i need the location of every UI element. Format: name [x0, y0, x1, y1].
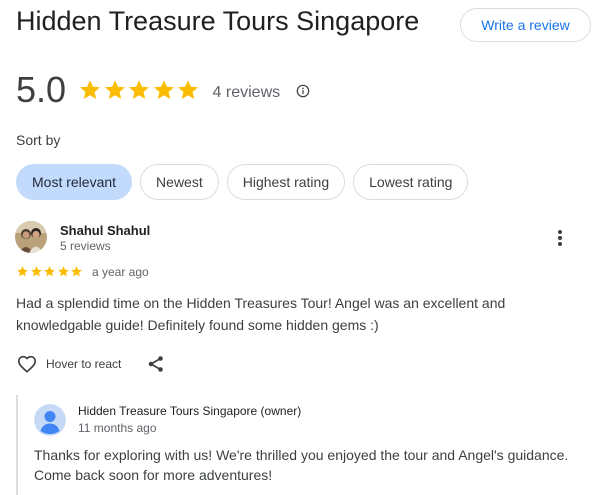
avatar-photo: [15, 221, 47, 253]
star-icon: [129, 80, 150, 99]
sort-label: Sort by: [16, 132, 61, 148]
heart-icon[interactable]: [16, 353, 38, 375]
star-icon: [44, 266, 55, 277]
owner-avatar: [34, 404, 66, 436]
rating-summary: 5.0 4 reviews: [16, 68, 310, 112]
place-title: Hidden Treasure Tours Singapore: [16, 6, 420, 36]
sort-chip-most-relevant[interactable]: Most relevant: [16, 164, 133, 200]
info-icon[interactable]: [296, 84, 310, 98]
react-row: Hover to react: [16, 352, 165, 376]
star-icon: [30, 266, 42, 277]
review-text: Had a splendid time on the Hidden Treasu…: [16, 295, 506, 333]
owner-reply-author: Hidden Treasure Tours Singapore (owner): [78, 404, 302, 418]
star-icon: [57, 266, 69, 277]
reviewer-avatar[interactable]: [15, 221, 47, 253]
sort-chip-newest[interactable]: Newest: [140, 164, 219, 200]
sort-chips: Most relevant Newest Highest rating Lowe…: [16, 164, 476, 200]
rating-stars: [78, 78, 201, 102]
average-rating: 5.0: [16, 69, 67, 110]
review-count: 4 reviews: [212, 84, 281, 101]
star-icon: [71, 266, 82, 277]
star-icon: [17, 266, 28, 277]
person-icon: [34, 404, 66, 436]
write-review-button[interactable]: Write a review: [460, 8, 591, 42]
star-icon: [80, 80, 101, 99]
star-icon: [153, 80, 174, 99]
owner-reply-date: 11 months ago: [78, 421, 157, 435]
review-date: a year ago: [92, 265, 149, 279]
star-icon: [104, 80, 125, 99]
reviewer-name[interactable]: Shahul Shahul: [60, 223, 150, 238]
sort-chip-lowest-rating[interactable]: Lowest rating: [353, 164, 469, 200]
more-vert-icon[interactable]: [552, 228, 568, 248]
review-stars: [16, 265, 84, 278]
react-label[interactable]: Hover to react: [46, 357, 121, 371]
reviewer-review-count: 5 reviews: [60, 239, 111, 253]
sort-chip-highest-rating[interactable]: Highest rating: [226, 164, 346, 200]
share-icon[interactable]: [147, 355, 165, 373]
owner-reply-text: Thanks for exploring with us! We're thri…: [34, 447, 569, 483]
star-icon: [178, 80, 199, 99]
owner-reply-divider: [16, 395, 18, 495]
